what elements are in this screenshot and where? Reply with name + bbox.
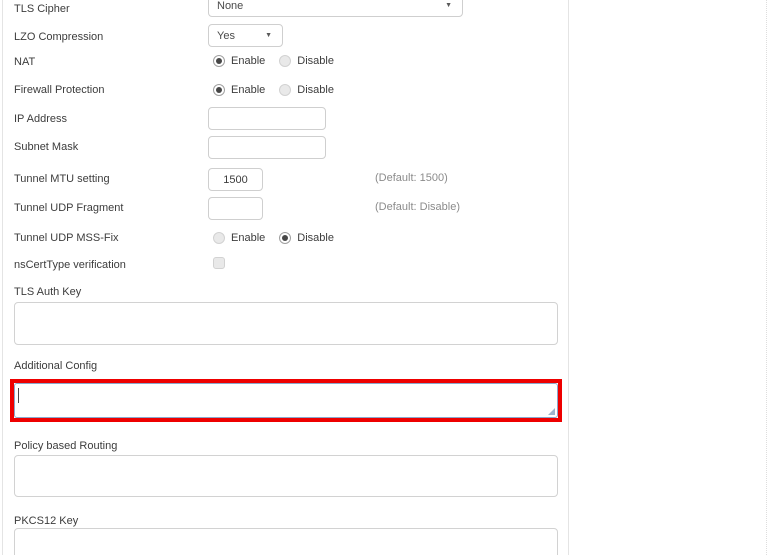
tunnel-udp-fragment-default-hint: (Default: Disable) bbox=[375, 201, 460, 213]
nscerttype-checkbox[interactable] bbox=[213, 257, 225, 269]
firewall-enable-label: Enable bbox=[231, 84, 265, 96]
field-label-policy-routing: Policy based Routing bbox=[14, 440, 117, 453]
mssfix-enable-label: Enable bbox=[231, 232, 265, 244]
nat-disable-radio[interactable] bbox=[279, 55, 291, 67]
chevron-down-icon: ▼ bbox=[445, 2, 452, 9]
mssfix-disable-radio[interactable] bbox=[279, 232, 291, 244]
page-edge-divider bbox=[766, 0, 767, 555]
policy-routing-textarea[interactable] bbox=[14, 455, 558, 497]
mssfix-enable-radio[interactable] bbox=[213, 232, 225, 244]
field-label-subnet-mask: Subnet Mask bbox=[14, 141, 78, 154]
field-label-tls-auth-key: TLS Auth Key bbox=[14, 286, 81, 299]
panel-divider-left bbox=[2, 0, 3, 555]
chevron-down-icon: ▼ bbox=[265, 32, 272, 39]
mssfix-radio-group: Enable Disable bbox=[213, 231, 348, 244]
field-label-tunnel-udp-fragment: Tunnel UDP Fragment bbox=[14, 202, 123, 215]
subnet-mask-input[interactable] bbox=[208, 136, 326, 159]
field-label-pkcs12-key: PKCS12 Key bbox=[14, 515, 78, 528]
field-label-firewall-protection: Firewall Protection bbox=[14, 84, 104, 97]
mssfix-disable-label: Disable bbox=[297, 232, 334, 244]
field-label-tunnel-udp-mssfix: Tunnel UDP MSS-Fix bbox=[14, 232, 119, 245]
firewall-disable-radio[interactable] bbox=[279, 84, 291, 96]
tunnel-mtu-input[interactable] bbox=[208, 168, 263, 191]
field-label-tunnel-mtu: Tunnel MTU setting bbox=[14, 173, 110, 186]
nat-enable-label: Enable bbox=[231, 55, 265, 67]
field-label-nscerttype: nsCertType verification bbox=[14, 259, 126, 272]
tunnel-udp-fragment-input[interactable] bbox=[208, 197, 263, 220]
nat-disable-label: Disable bbox=[297, 55, 334, 67]
firewall-radio-group: Enable Disable bbox=[213, 83, 348, 96]
field-label-tls-cipher: TLS Cipher bbox=[14, 3, 70, 16]
tunnel-mtu-default-hint: (Default: 1500) bbox=[375, 172, 448, 184]
field-label-ip-address: IP Address bbox=[14, 113, 67, 126]
additional-config-textarea[interactable] bbox=[14, 383, 558, 418]
field-label-additional-config: Additional Config bbox=[14, 360, 97, 373]
resize-handle-icon[interactable] bbox=[548, 408, 555, 415]
firewall-disable-label: Disable bbox=[297, 84, 334, 96]
lzo-compression-selected-value: Yes bbox=[217, 30, 235, 42]
tls-cipher-selected-value: None bbox=[217, 0, 243, 12]
field-label-lzo-compression: LZO Compression bbox=[14, 31, 103, 44]
field-label-nat: NAT bbox=[14, 56, 35, 69]
text-cursor bbox=[18, 388, 19, 403]
tls-cipher-select[interactable]: None ▼ bbox=[208, 0, 463, 17]
openvpn-config-panel: TLS Cipher None ▼ LZO Compression Yes ▼ … bbox=[0, 0, 768, 555]
lzo-compression-select[interactable]: Yes ▼ bbox=[208, 24, 283, 47]
ip-address-input[interactable] bbox=[208, 107, 326, 130]
firewall-enable-radio[interactable] bbox=[213, 84, 225, 96]
panel-divider-right bbox=[568, 0, 569, 555]
nat-enable-radio[interactable] bbox=[213, 55, 225, 67]
tls-auth-key-textarea[interactable] bbox=[14, 302, 558, 345]
nat-radio-group: Enable Disable bbox=[213, 54, 348, 67]
pkcs12-key-textarea[interactable] bbox=[14, 528, 558, 555]
